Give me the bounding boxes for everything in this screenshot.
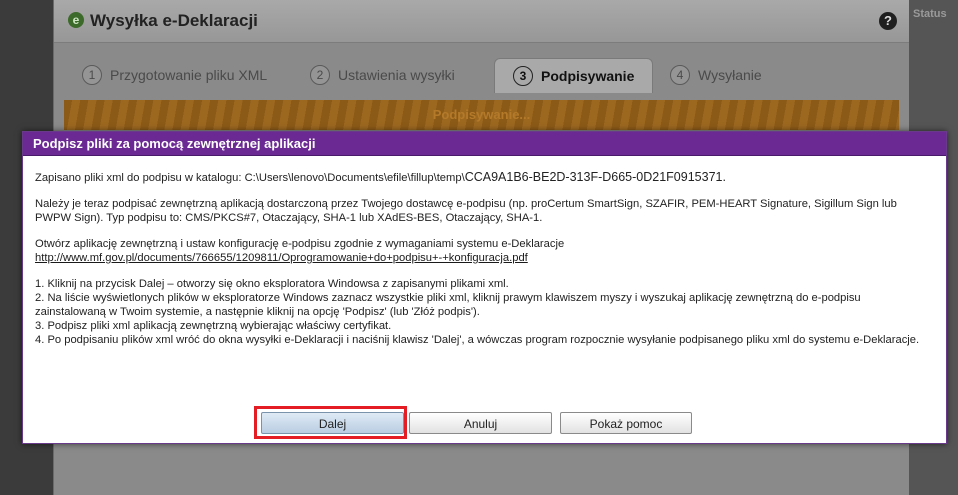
cancel-button[interactable]: Anuluj: [409, 412, 552, 434]
step-item: 2. Na liście wyświetlonych plików w eksp…: [35, 292, 861, 318]
steps-list: 1. Kliknij na przycisk Dalej – otworzy s…: [35, 277, 934, 347]
saved-files-info: Zapisano pliki xml do podpisu w katalogu…: [35, 170, 934, 185]
step-item: 1. Kliknij na przycisk Dalej – otworzy s…: [35, 278, 509, 290]
step-number: 3: [513, 66, 533, 86]
configuration-pdf-link[interactable]: http://www.mf.gov.pl/documents/766655/12…: [35, 252, 528, 264]
background-window-header: e Wysyłka e-Deklaracji ?: [54, 0, 909, 43]
external-signing-dialog: Podpisz pliki za pomocą zewnętrznej apli…: [22, 131, 947, 444]
show-help-button[interactable]: Pokaż pomoc: [560, 412, 692, 434]
dialog-title: Podpisz pliki za pomocą zewnętrznej apli…: [23, 132, 946, 156]
tab-signing[interactable]: 3 Podpisywanie: [494, 58, 654, 93]
tab-label: Podpisywanie: [541, 68, 635, 84]
tab-sending[interactable]: 4 Wysyłanie: [670, 58, 762, 92]
tab-label: Wysyłanie: [698, 67, 762, 83]
tab-label: Ustawienia wysyłki: [338, 67, 455, 83]
tab-send-settings[interactable]: 2 Ustawienia wysyłki: [310, 58, 455, 92]
tab-label: Przygotowanie pliku XML: [110, 67, 268, 83]
saved-path-text: Zapisano pliki xml do podpisu w katalogu…: [35, 172, 465, 184]
dialog-body: Zapisano pliki xml do podpisu w katalogu…: [23, 156, 946, 347]
configuration-info: Otwórz aplikację zewnętrzną i ustaw konf…: [35, 237, 934, 265]
help-icon[interactable]: ?: [879, 12, 897, 30]
saved-folder-id: CCA9A1B6-BE2D-313F-D665-0D21F0915371.: [464, 170, 726, 184]
wizard-steps: 1 Przygotowanie pliku XML 2 Ustawienia w…: [74, 58, 889, 93]
signing-instructions: Należy je teraz podpisać zewnętrzną apli…: [35, 198, 897, 224]
step-item: 3. Podpisz pliki xml aplikacją zewnętrzn…: [35, 320, 392, 332]
edeklaracje-logo-icon: e: [68, 12, 84, 28]
dialog-buttons: Dalej Anuluj Pokaż pomoc: [23, 406, 946, 439]
step-number: 2: [310, 65, 330, 85]
next-button[interactable]: Dalej: [261, 412, 404, 434]
step-item: 4. Po podpisaniu plików xml wróć do okna…: [35, 334, 920, 346]
step-number: 1: [82, 65, 102, 85]
status-column-header: Status: [913, 8, 947, 20]
signing-progress-bar: Podpisywanie...: [64, 100, 899, 130]
tab-xml-preparation[interactable]: 1 Przygotowanie pliku XML: [82, 58, 267, 92]
step-number: 4: [670, 65, 690, 85]
background-window-title: Wysyłka e-Deklaracji: [90, 11, 258, 30]
configuration-text: Otwórz aplikację zewnętrzną i ustaw konf…: [35, 238, 565, 250]
